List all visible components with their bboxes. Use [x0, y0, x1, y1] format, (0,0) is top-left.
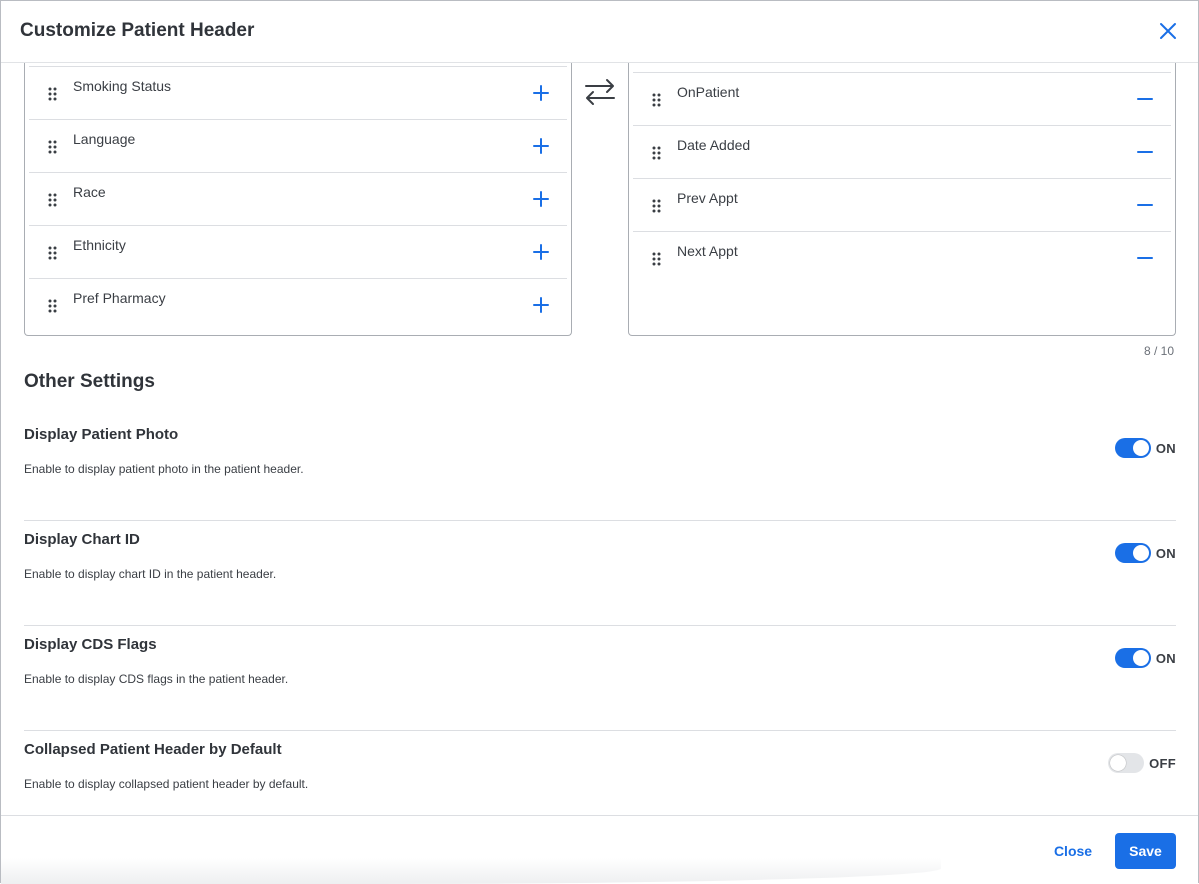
toggle-display-cds-flags[interactable]: ON — [1114, 648, 1176, 668]
setting-title: Collapsed Patient Header by Default — [24, 741, 282, 758]
setting-description: Enable to display collapsed patient head… — [24, 777, 309, 791]
setting-display-patient-photo: Display Patient Photo Enable to display … — [24, 416, 1176, 521]
plus-icon[interactable] — [529, 187, 553, 211]
list-item[interactable]: Race — [29, 172, 567, 225]
dialog-footer: Close Save — [1, 815, 1198, 884]
toggle-knob — [1132, 545, 1149, 561]
field-label: Language — [73, 131, 136, 147]
toggle-state-label: ON — [1155, 440, 1176, 456]
drag-handle-icon[interactable] — [652, 252, 662, 266]
toggle-switch[interactable] — [1114, 648, 1151, 668]
footer-shadow — [1, 858, 941, 884]
save-button[interactable]: Save — [1115, 833, 1176, 869]
drag-handle-icon[interactable] — [48, 246, 58, 260]
toggle-display-patient-photo[interactable]: ON — [1114, 438, 1176, 458]
list-item[interactable]: Language — [29, 119, 567, 172]
toggle-knob — [1132, 650, 1149, 666]
plus-icon[interactable] — [529, 293, 553, 317]
drag-handle-icon[interactable] — [652, 199, 662, 213]
selected-fields-list[interactable]: OnPatient Date Added Prev Appt Next Appt — [628, 63, 1176, 336]
plus-icon[interactable] — [529, 240, 553, 264]
toggle-collapsed-header[interactable]: OFF — [1108, 753, 1176, 773]
toggle-switch[interactable] — [1114, 438, 1151, 458]
setting-description: Enable to display patient photo in the p… — [24, 462, 304, 476]
drag-handle-icon[interactable] — [48, 140, 58, 154]
setting-title: Display Patient Photo — [24, 426, 179, 443]
list-item[interactable]: Ethnicity — [29, 225, 567, 278]
available-fields-list[interactable]: Smoking Status Language Race Ethnicity P… — [24, 63, 572, 336]
list-item[interactable]: Next Appt — [633, 231, 1171, 284]
toggle-state-label: OFF — [1149, 755, 1176, 771]
field-label: Date Added — [677, 137, 751, 153]
toggle-knob — [1132, 440, 1149, 456]
toggle-display-chart-id[interactable]: ON — [1114, 543, 1176, 563]
list-item[interactable]: Pref Pharmacy — [29, 278, 567, 331]
toggle-knob — [1110, 755, 1127, 771]
setting-description: Enable to display CDS flags in the patie… — [24, 672, 289, 686]
selected-count: 8 / 10 — [1143, 344, 1174, 358]
drag-handle-icon[interactable] — [652, 93, 662, 107]
toggle-switch[interactable] — [1114, 543, 1151, 563]
field-label: Pref Pharmacy — [73, 290, 166, 306]
list-item[interactable]: Smoking Status — [29, 66, 567, 119]
minus-icon[interactable] — [1133, 193, 1157, 217]
field-label: Smoking Status — [73, 78, 172, 94]
minus-icon[interactable] — [1133, 246, 1157, 270]
setting-display-cds-flags: Display CDS Flags Enable to display CDS … — [24, 626, 1176, 731]
customize-header-dialog: Customize Patient Header Smoking Status … — [0, 0, 1199, 884]
setting-display-chart-id: Display Chart ID Enable to display chart… — [24, 521, 1176, 626]
other-settings-title: Other Settings — [24, 371, 155, 392]
list-item[interactable]: Prev Appt — [633, 178, 1171, 231]
field-label: Prev Appt — [677, 190, 738, 206]
list-item[interactable]: OnPatient — [633, 72, 1171, 125]
close-button[interactable]: Close — [1041, 834, 1105, 868]
close-icon[interactable] — [1158, 21, 1178, 41]
setting-description: Enable to display chart ID in the patien… — [24, 567, 277, 581]
field-label: Next Appt — [677, 243, 738, 259]
plus-icon[interactable] — [529, 134, 553, 158]
drag-handle-icon[interactable] — [652, 146, 662, 160]
setting-title: Display CDS Flags — [24, 636, 157, 653]
field-label: OnPatient — [677, 84, 740, 100]
field-label: Race — [73, 184, 106, 200]
toggle-switch[interactable] — [1108, 753, 1145, 773]
drag-handle-icon[interactable] — [48, 299, 58, 313]
toggle-state-label: ON — [1155, 650, 1176, 666]
drag-handle-icon[interactable] — [48, 87, 58, 101]
minus-icon[interactable] — [1133, 87, 1157, 111]
drag-handle-icon[interactable] — [48, 193, 58, 207]
dialog-header: Customize Patient Header — [1, 1, 1198, 63]
toggle-state-label: ON — [1155, 545, 1176, 561]
swap-arrows-icon[interactable] — [582, 77, 618, 107]
minus-icon[interactable] — [1133, 140, 1157, 164]
list-item[interactable]: Date Added — [633, 125, 1171, 178]
field-label: Ethnicity — [73, 237, 126, 253]
setting-title: Display Chart ID — [24, 531, 140, 548]
plus-icon[interactable] — [529, 81, 553, 105]
dialog-title: Customize Patient Header — [20, 20, 255, 41]
